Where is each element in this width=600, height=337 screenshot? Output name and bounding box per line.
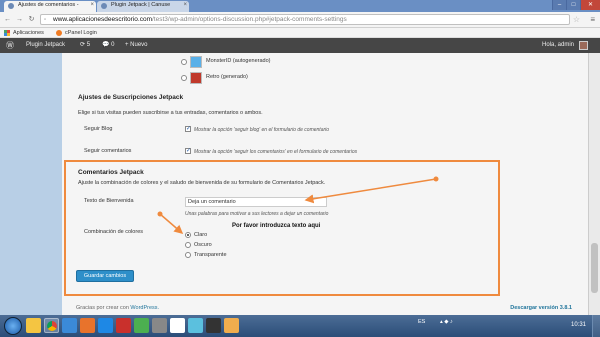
browser-tab-jetpack[interactable]: Plugin Jetpack | Canuse × <box>97 1 189 12</box>
arrow-to-greeting-input <box>304 178 437 204</box>
forward-arrow-icon[interactable]: → <box>15 15 24 24</box>
bookmark-cpanel[interactable]: cPanel Login <box>56 29 97 37</box>
arrow-to-color-options <box>159 213 184 234</box>
arrow-start-dot <box>433 176 439 182</box>
apps-grid-icon <box>4 30 10 36</box>
new-content-link[interactable]: + Nuevo <box>125 38 148 53</box>
wordpress-favicon-icon <box>101 3 107 9</box>
page-scrollbar[interactable] <box>588 53 600 315</box>
comments-link[interactable]: 💬 0 <box>102 38 115 53</box>
bookmark-label: cPanel Login <box>65 30 97 36</box>
wp-admin-bar: Ⓦ Plugin Jetpack ⟳ 5 💬 0 + Nuevo Hola, a… <box>0 38 600 53</box>
firefox-icon[interactable] <box>80 318 95 333</box>
tray-icons[interactable]: ▴ ◆ ♪ <box>440 319 453 325</box>
app-icon[interactable] <box>206 318 221 333</box>
maximize-icon[interactable]: □ <box>566 0 580 10</box>
bookmark-apps[interactable]: Aplicaciones <box>4 29 44 37</box>
window-controls: – □ ✕ <box>552 0 600 10</box>
address-bar-row: ← → ↻ ▫ www.aplicacionesdeescritorio.com… <box>0 12 600 28</box>
scrollbar-thumb[interactable] <box>591 243 598 293</box>
skype-icon[interactable] <box>62 318 77 333</box>
language-indicator[interactable]: ES <box>418 319 425 325</box>
show-desktop-button[interactable] <box>592 315 600 337</box>
updates-link[interactable]: ⟳ 5 <box>80 38 90 53</box>
avatar[interactable] <box>579 41 588 50</box>
app-icon[interactable] <box>188 318 203 333</box>
page-info-icon: ▫ <box>44 17 47 23</box>
browser-tab-comments-settings[interactable]: Ajustes de comentarios - × <box>4 1 96 12</box>
windows-taskbar: ES ▴ ◆ ♪ 10:31 <box>0 315 600 337</box>
updates-icon: ⟳ <box>80 42 86 48</box>
minimize-icon[interactable]: – <box>552 0 566 10</box>
site-name-link[interactable]: Plugin Jetpack <box>26 38 65 53</box>
url-host: www.aplicacionesdeescritorio.com <box>53 16 152 23</box>
annotation-arrows <box>157 176 439 234</box>
wordpress-link[interactable]: WordPress. <box>130 305 159 311</box>
arrow-start-dot <box>157 211 163 217</box>
window-close-icon[interactable]: ✕ <box>580 0 600 10</box>
url-input[interactable]: ▫ www.aplicacionesdeescritorio.com/test3… <box>40 14 570 25</box>
close-tab-icon[interactable]: × <box>90 2 94 8</box>
wordpress-favicon-icon <box>8 3 14 9</box>
browser-tab-strip: Ajustes de comentarios - × Plugin Jetpac… <box>0 0 600 12</box>
bookmark-star-icon[interactable]: ☆ <box>573 15 580 24</box>
tab-label: Ajustes de comentarios - <box>18 2 79 8</box>
back-arrow-icon[interactable]: ← <box>3 15 12 24</box>
app-icon[interactable] <box>170 318 185 333</box>
explorer-icon[interactable] <box>26 318 41 333</box>
footer-thanks-prefix: Gracias por crear con <box>76 305 131 311</box>
app-icon[interactable] <box>224 318 239 333</box>
bookmark-label: Aplicaciones <box>13 30 44 36</box>
taskbar-clock[interactable]: 10:31 <box>571 322 586 328</box>
ie-icon[interactable] <box>98 318 113 333</box>
admin-menu-background <box>0 53 62 315</box>
app-icon[interactable] <box>134 318 149 333</box>
opera-icon[interactable] <box>116 318 131 333</box>
reload-icon[interactable]: ↻ <box>27 15 36 24</box>
comments-count: 0 <box>111 42 115 48</box>
comment-bubble-icon: 💬 <box>102 42 110 48</box>
footer-thanks: Gracias por crear con WordPress. <box>76 305 159 311</box>
cpanel-icon <box>56 30 62 36</box>
chrome-icon[interactable] <box>44 318 59 333</box>
start-button[interactable] <box>4 317 22 335</box>
app-icon[interactable] <box>152 318 167 333</box>
download-version-link[interactable]: Descargar versión 3.8.1 <box>510 305 572 311</box>
wordpress-logo-icon[interactable]: Ⓦ <box>6 38 14 53</box>
tab-label: Plugin Jetpack | Canuse <box>111 2 171 8</box>
chrome-menu-icon[interactable]: ≡ <box>590 15 595 24</box>
bookmarks-bar: Aplicaciones cPanel Login <box>0 28 600 38</box>
settings-content: MonsterID (autogenerado) Retro (generado… <box>62 53 588 315</box>
close-tab-icon[interactable]: × <box>183 2 187 8</box>
updates-count: 5 <box>86 42 91 48</box>
url-path: /test3/wp-admin/options-discussion.php#j… <box>152 16 347 23</box>
account-greeting[interactable]: Hola, admin <box>542 38 574 53</box>
